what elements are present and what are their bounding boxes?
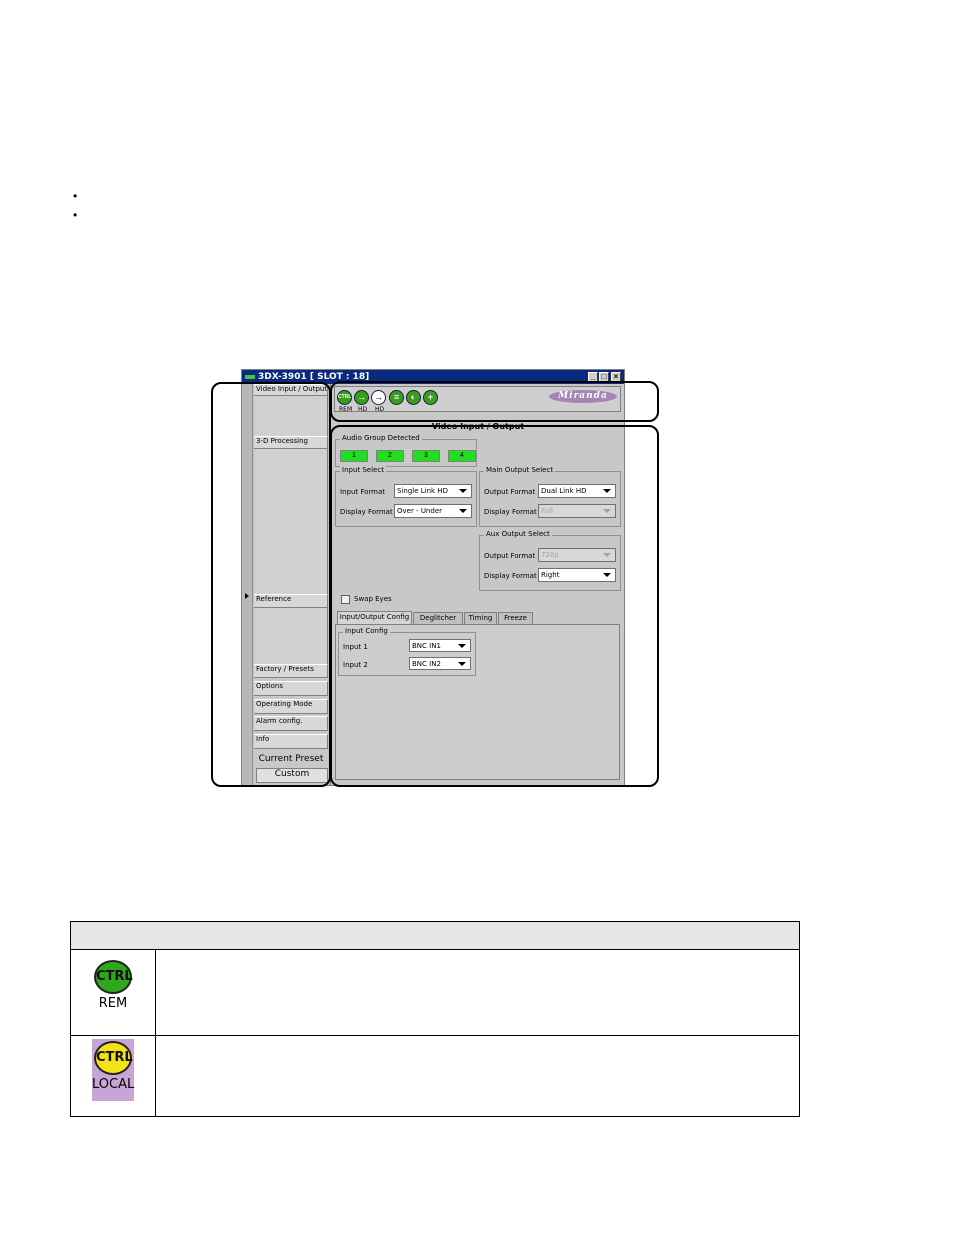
app-icon — [245, 375, 255, 379]
ctrl-rem-label: REM — [98, 996, 128, 1011]
status-icon-table: CTRL REM CTRL LOCAL — [70, 921, 800, 1117]
bullet-1: • — [73, 189, 78, 203]
column-divider — [155, 950, 156, 1116]
panel-highlight-outline — [330, 425, 659, 787]
icon-bar-highlight-outline — [330, 381, 659, 422]
ctrl-rem-icon: CTRL REM — [92, 958, 134, 1020]
bullet-2: • — [73, 208, 78, 222]
ctrl-local-icon: CTRL LOCAL — [92, 1039, 134, 1101]
table-header — [71, 922, 799, 950]
nav-highlight-outline — [211, 382, 331, 787]
ctrl-local-label: LOCAL — [92, 1077, 135, 1092]
ctrl-rem-circle: CTRL — [94, 960, 133, 994]
ctrl-local-circle: CTRL — [94, 1041, 133, 1075]
row-divider — [71, 1035, 799, 1036]
